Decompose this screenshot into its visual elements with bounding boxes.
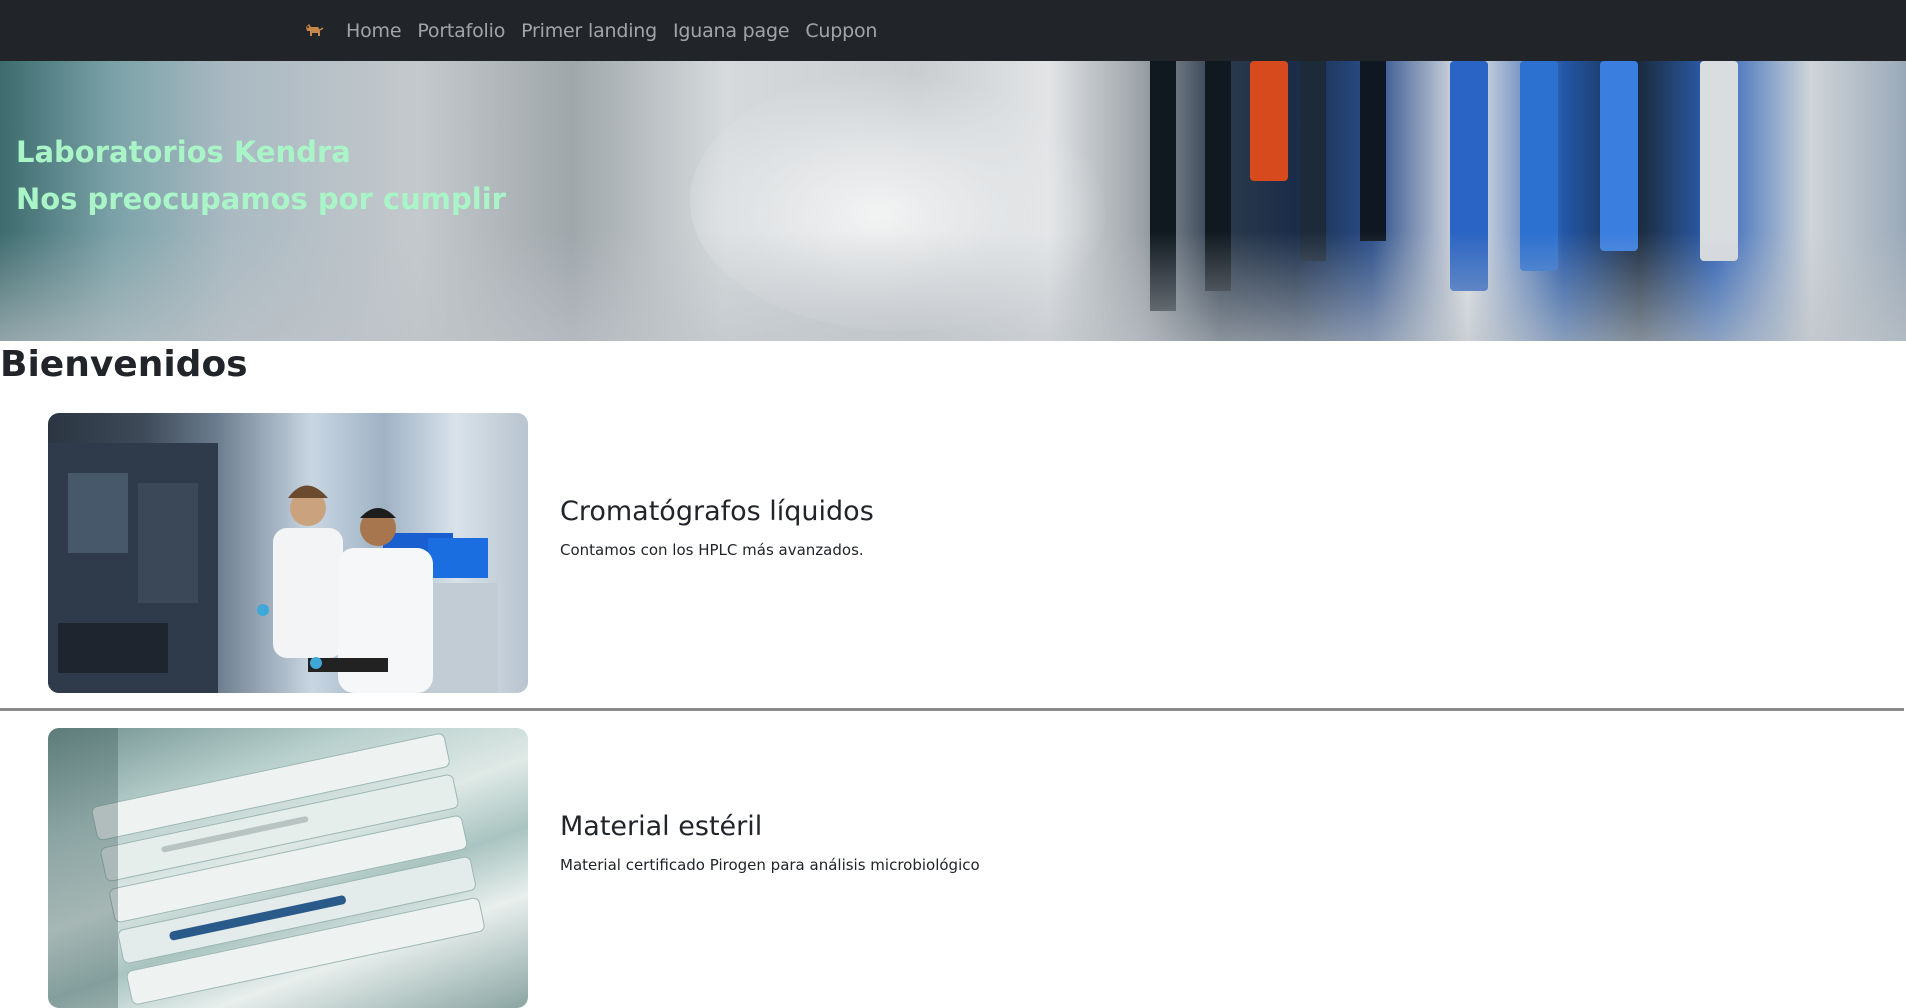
feature-title: Material estéril (560, 811, 763, 842)
feature-description: Material certificado Pirogen para anális… (560, 856, 980, 874)
nav-link-home[interactable]: Home (346, 20, 402, 42)
nav-items: Home Portafolio Primer landing Iguana pa… (302, 0, 893, 61)
sterile-material-photo (48, 728, 528, 1008)
feature-card-sterile: Material estéril Material certificado Pi… (0, 728, 1906, 1008)
dog-icon[interactable] (302, 19, 326, 43)
nav-link-iguana-page[interactable]: Iguana page (673, 20, 790, 42)
section-divider (0, 708, 1904, 711)
nav-link-primer-landing[interactable]: Primer landing (521, 20, 657, 42)
nav-link-cuppon[interactable]: Cuppon (805, 20, 877, 42)
feature-title: Cromatógrafos líquidos (560, 496, 874, 527)
hero-text: Laboratorios Kendra Nos preocupamos por … (16, 129, 506, 223)
feature-description: Contamos con los HPLC más avanzados. (560, 541, 864, 559)
nav-link-portafolio[interactable]: Portafolio (417, 20, 505, 42)
top-navbar: Home Portafolio Primer landing Iguana pa… (0, 0, 1906, 61)
hero-banner: Laboratorios Kendra Nos preocupamos por … (0, 61, 1906, 341)
hero-title: Laboratorios Kendra (16, 135, 351, 169)
feature-card-hplc: Cromatógrafos líquidos Contamos con los … (0, 413, 1906, 693)
page-title: Bienvenidos (0, 344, 248, 385)
lab-scientists-photo (48, 413, 528, 693)
hero-subtitle: Nos preocupamos por cumplir (16, 182, 506, 216)
